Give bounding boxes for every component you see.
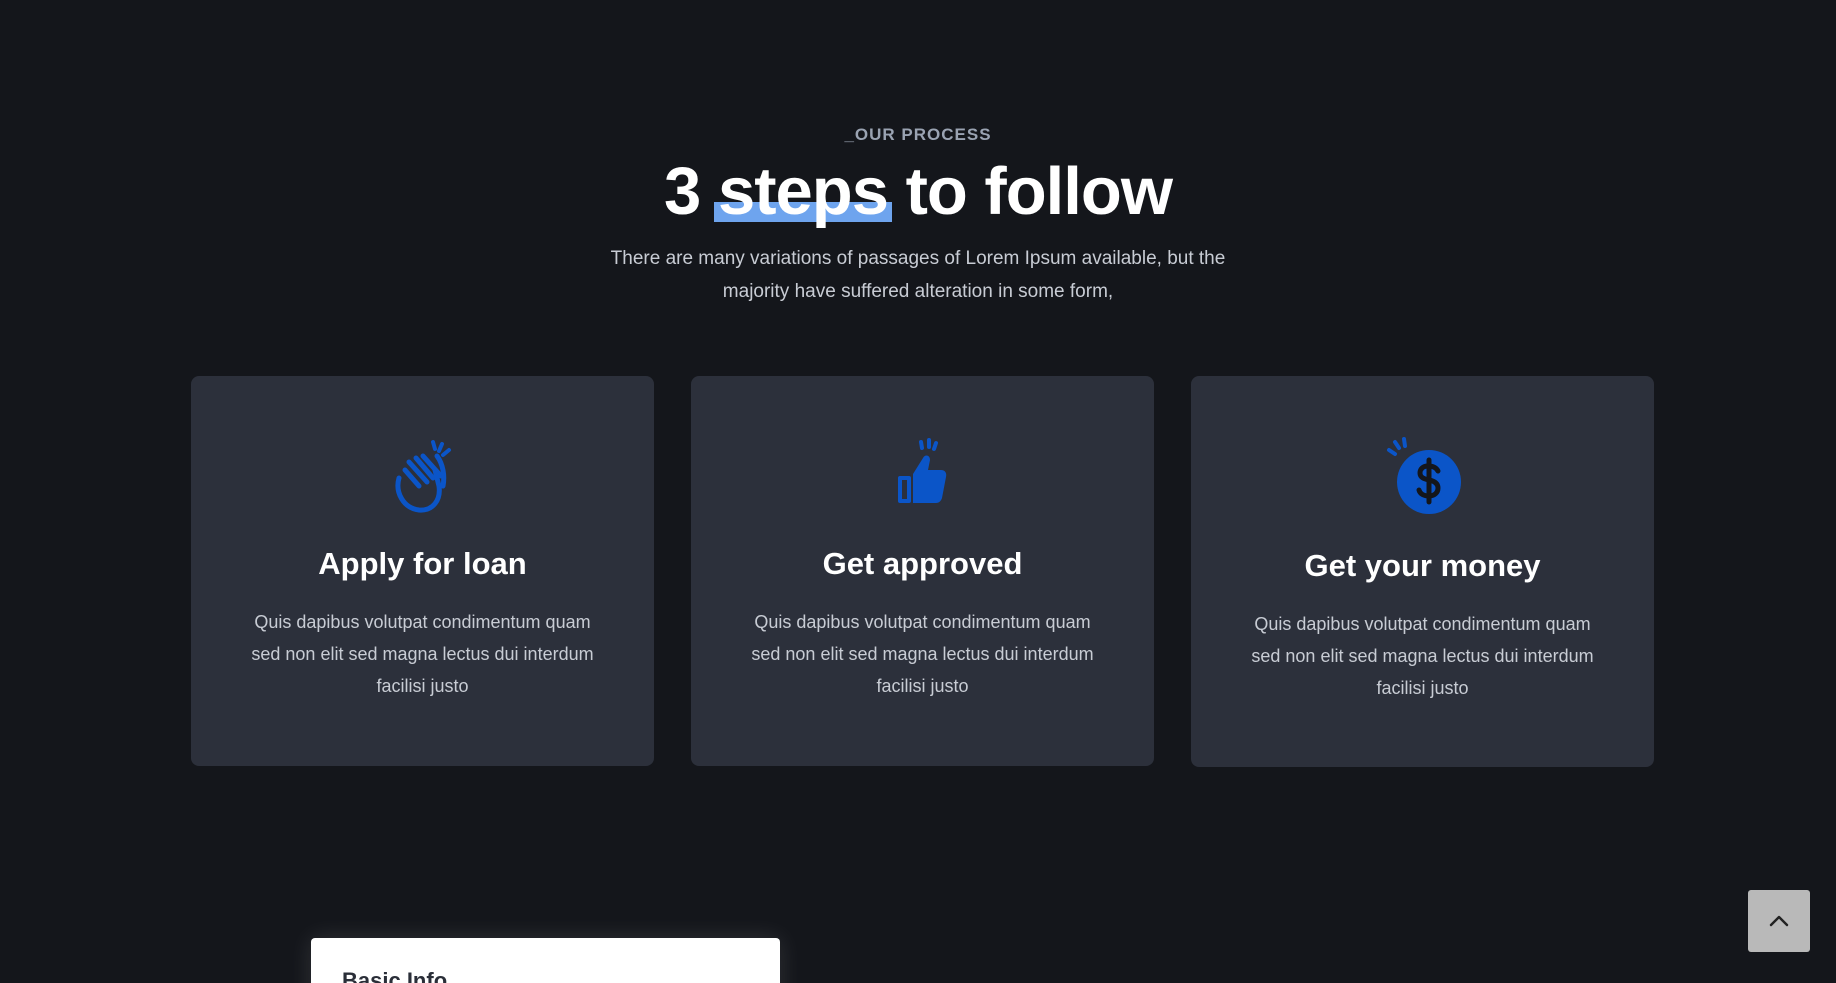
- section-subtitle: There are many variations of passages of…: [610, 248, 1226, 302]
- step-title: Get your money: [1304, 548, 1541, 583]
- dollar-coin-icon: [1191, 436, 1654, 516]
- chevron-up-icon: [1769, 915, 1789, 927]
- step-card-money: Get your money Quis dapibus volutpat con…: [1191, 376, 1654, 767]
- step-card-approved: Get approved Quis dapibus volutpat condi…: [691, 376, 1154, 766]
- step-description: Quis dapibus volutpat condimentum quam s…: [751, 612, 1094, 696]
- thumbs-up-icon: [691, 436, 1154, 516]
- clapping-hands-icon: [191, 436, 654, 516]
- heading-prefix: 3: [664, 154, 718, 229]
- heading-suffix: to follow: [887, 154, 1173, 229]
- step-card-apply: Apply for loan Quis dapibus volutpat con…: [191, 376, 654, 766]
- section-eyebrow: _OUR PROCESS: [844, 125, 992, 144]
- basic-info-form-card: Basic Info: [311, 938, 780, 983]
- step-title: Get approved: [822, 546, 1023, 581]
- step-description: Quis dapibus volutpat condimentum quam s…: [1251, 614, 1594, 698]
- step-description: Quis dapibus volutpat condimentum quam s…: [251, 612, 594, 696]
- step-title: Apply for loan: [318, 546, 527, 581]
- process-section: _OUR PROCESS 3 steps to follow There are…: [0, 0, 1836, 983]
- form-title: Basic Info: [342, 968, 448, 983]
- section-heading: 3 steps to follow: [0, 152, 1836, 232]
- heading-highlight: steps: [713, 152, 893, 232]
- scroll-to-top-button[interactable]: [1748, 890, 1810, 952]
